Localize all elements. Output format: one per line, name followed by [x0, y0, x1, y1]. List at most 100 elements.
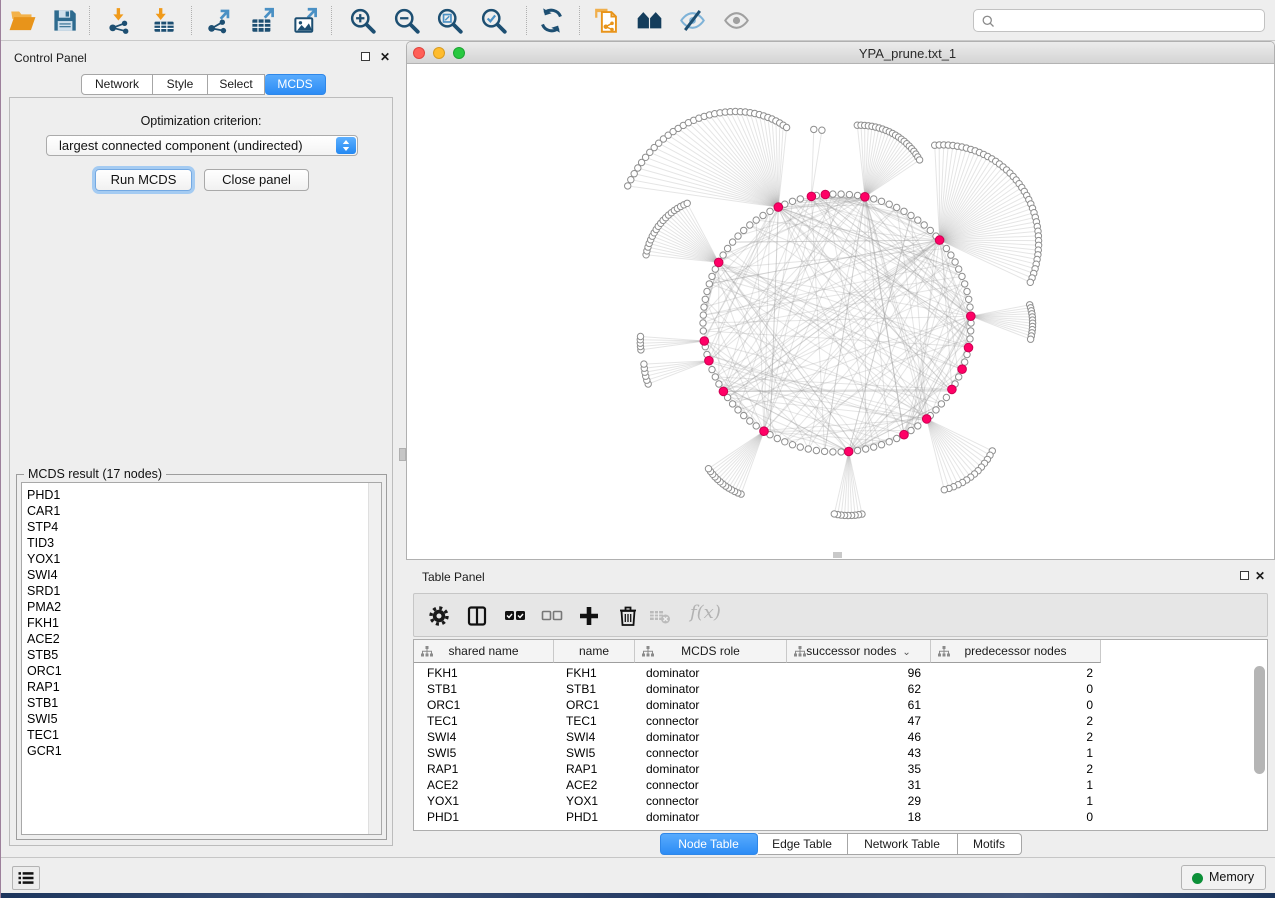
clone-network-icon[interactable]: [594, 7, 621, 34]
hide-selected-icon[interactable]: [679, 7, 706, 34]
table-row[interactable]: ACE2ACE2connector311: [414, 777, 1267, 793]
import-table-icon[interactable]: [150, 7, 177, 34]
mcds-result-item[interactable]: RAP1: [22, 679, 367, 695]
mcds-result-item[interactable]: PMA2: [22, 599, 367, 615]
open-file-icon[interactable]: [9, 7, 36, 34]
import-network-icon[interactable]: [106, 7, 133, 34]
network-canvas[interactable]: [407, 65, 1274, 560]
zoom-in-icon[interactable]: [349, 7, 376, 34]
table-row[interactable]: PHD1PHD1dominator180: [414, 809, 1267, 825]
tab-network[interactable]: Network: [81, 74, 153, 95]
zoom-out-icon[interactable]: [393, 7, 420, 34]
show-column-icon[interactable]: [465, 604, 489, 628]
run-mcds-button[interactable]: Run MCDS: [95, 169, 192, 191]
select-all-icon[interactable]: [503, 604, 527, 628]
mcds-result-item[interactable]: SRD1: [22, 583, 367, 599]
network-titlebar[interactable]: YPA_prune.txt_1: [407, 42, 1274, 64]
memory-button[interactable]: Memory: [1181, 865, 1266, 890]
close-panel-icon[interactable]: ✕: [380, 51, 390, 63]
column-header-shared-name[interactable]: shared name: [414, 640, 554, 663]
first-neighbors-icon[interactable]: [636, 7, 663, 34]
table-row[interactable]: TEC1TEC1connector472: [414, 713, 1267, 729]
mcds-result-item[interactable]: STB1: [22, 695, 367, 711]
splitter-grip[interactable]: [833, 552, 842, 558]
mcds-result-item[interactable]: ACE2: [22, 631, 367, 647]
table-row[interactable]: SWI4SWI4dominator462: [414, 729, 1267, 745]
delete-column-icon[interactable]: [616, 604, 640, 628]
search-icon: [981, 14, 996, 29]
float-panel-icon[interactable]: [361, 52, 370, 61]
mcds-result-item[interactable]: STP4: [22, 519, 367, 535]
export-image-icon[interactable]: [292, 7, 319, 34]
refresh-layout-icon[interactable]: [538, 7, 565, 34]
window-minimize-icon[interactable]: [433, 47, 445, 59]
table-row[interactable]: STB1STB1dominator620: [414, 681, 1267, 697]
tab-style[interactable]: Style: [153, 74, 208, 95]
table-row[interactable]: SWI5SWI5connector431: [414, 745, 1267, 761]
tab-network-table[interactable]: Network Table: [848, 833, 958, 855]
close-panel-button[interactable]: Close panel: [204, 169, 309, 191]
mcds-list-scrollbar[interactable]: [368, 483, 381, 834]
zoom-fit-icon[interactable]: [436, 7, 463, 34]
show-all-icon[interactable]: [723, 7, 750, 34]
export-table-icon[interactable]: [249, 7, 276, 34]
toolbar-separator: [191, 6, 192, 35]
delete-table-icon[interactable]: [648, 604, 672, 628]
mcds-result-item[interactable]: TID3: [22, 535, 367, 551]
window-maximize-icon[interactable]: [453, 47, 465, 59]
table-cell: dominator: [635, 681, 787, 697]
table-cell: 0: [931, 697, 1101, 713]
function-builder-icon[interactable]: f(x): [690, 602, 721, 623]
mcds-result-item[interactable]: ORC1: [22, 663, 367, 679]
search-box[interactable]: [973, 9, 1265, 32]
table-row[interactable]: YOX1YOX1connector291: [414, 793, 1267, 809]
column-header-predecessor-nodes[interactable]: predecessor nodes: [931, 640, 1101, 663]
tab-mcds[interactable]: MCDS: [265, 74, 326, 95]
table-cell: 31: [787, 777, 931, 793]
table-row[interactable]: ORC1ORC1dominator610: [414, 697, 1267, 713]
mcds-result-item[interactable]: STB5: [22, 647, 367, 663]
toolbar-separator: [89, 6, 90, 35]
add-column-icon[interactable]: [577, 604, 601, 628]
table-scrollbar-thumb[interactable]: [1254, 666, 1265, 774]
export-network-icon[interactable]: [206, 7, 233, 34]
table-cell: RAP1: [414, 761, 554, 777]
mcds-result-item[interactable]: CAR1: [22, 503, 367, 519]
table-row[interactable]: RAP1RAP1dominator352: [414, 761, 1267, 777]
toolbar-separator: [331, 6, 332, 35]
mcds-result-item[interactable]: SWI5: [22, 711, 367, 727]
table-scrollbar[interactable]: [1254, 666, 1265, 826]
mcds-result-list[interactable]: PHD1CAR1STP4TID3YOX1SWI4SRD1PMA2FKH1ACE2…: [21, 482, 382, 835]
float-table-panel-icon[interactable]: [1240, 571, 1249, 580]
zoom-selected-icon[interactable]: [480, 7, 507, 34]
search-input[interactable]: [1000, 12, 1255, 29]
mcds-result-item[interactable]: YOX1: [22, 551, 367, 567]
mcds-result-item[interactable]: SWI4: [22, 567, 367, 583]
window-close-icon[interactable]: [413, 47, 425, 59]
mcds-result-item[interactable]: PHD1: [22, 487, 367, 503]
tab-edge-table[interactable]: Edge Table: [758, 833, 848, 855]
tab-select[interactable]: Select: [208, 74, 265, 95]
table-settings-icon[interactable]: [427, 604, 451, 628]
tab-motifs[interactable]: Motifs: [958, 833, 1022, 855]
column-header-successor-nodes[interactable]: successor nodes⌄: [787, 640, 931, 663]
toolbar-separator: [526, 6, 527, 35]
table-cell: 43: [787, 745, 931, 761]
network-graph[interactable]: [407, 65, 1274, 560]
column-header-MCDS-role[interactable]: MCDS role: [635, 640, 787, 663]
optimization-criterion-select[interactable]: largest connected component (undirected): [46, 135, 358, 156]
table-row[interactable]: FKH1FKH1dominator962: [414, 665, 1267, 681]
column-header-name[interactable]: name: [554, 640, 635, 663]
save-session-icon[interactable]: [51, 7, 78, 34]
mcds-result-title: MCDS result (17 nodes): [24, 467, 166, 481]
mcds-result-item[interactable]: TEC1: [22, 727, 367, 743]
tab-node-table[interactable]: Node Table: [660, 833, 758, 855]
table-cell: 96: [787, 665, 931, 681]
mcds-result-item[interactable]: FKH1: [22, 615, 367, 631]
mcds-result-item[interactable]: GCR1: [22, 743, 367, 759]
close-table-panel-icon[interactable]: ✕: [1255, 570, 1265, 582]
unselect-all-icon[interactable]: [540, 604, 564, 628]
task-history-button[interactable]: [12, 866, 40, 890]
splitter-grip-vertical[interactable]: [399, 448, 406, 461]
mcds-tab-body: Optimization criterion: largest connecte…: [9, 97, 393, 846]
